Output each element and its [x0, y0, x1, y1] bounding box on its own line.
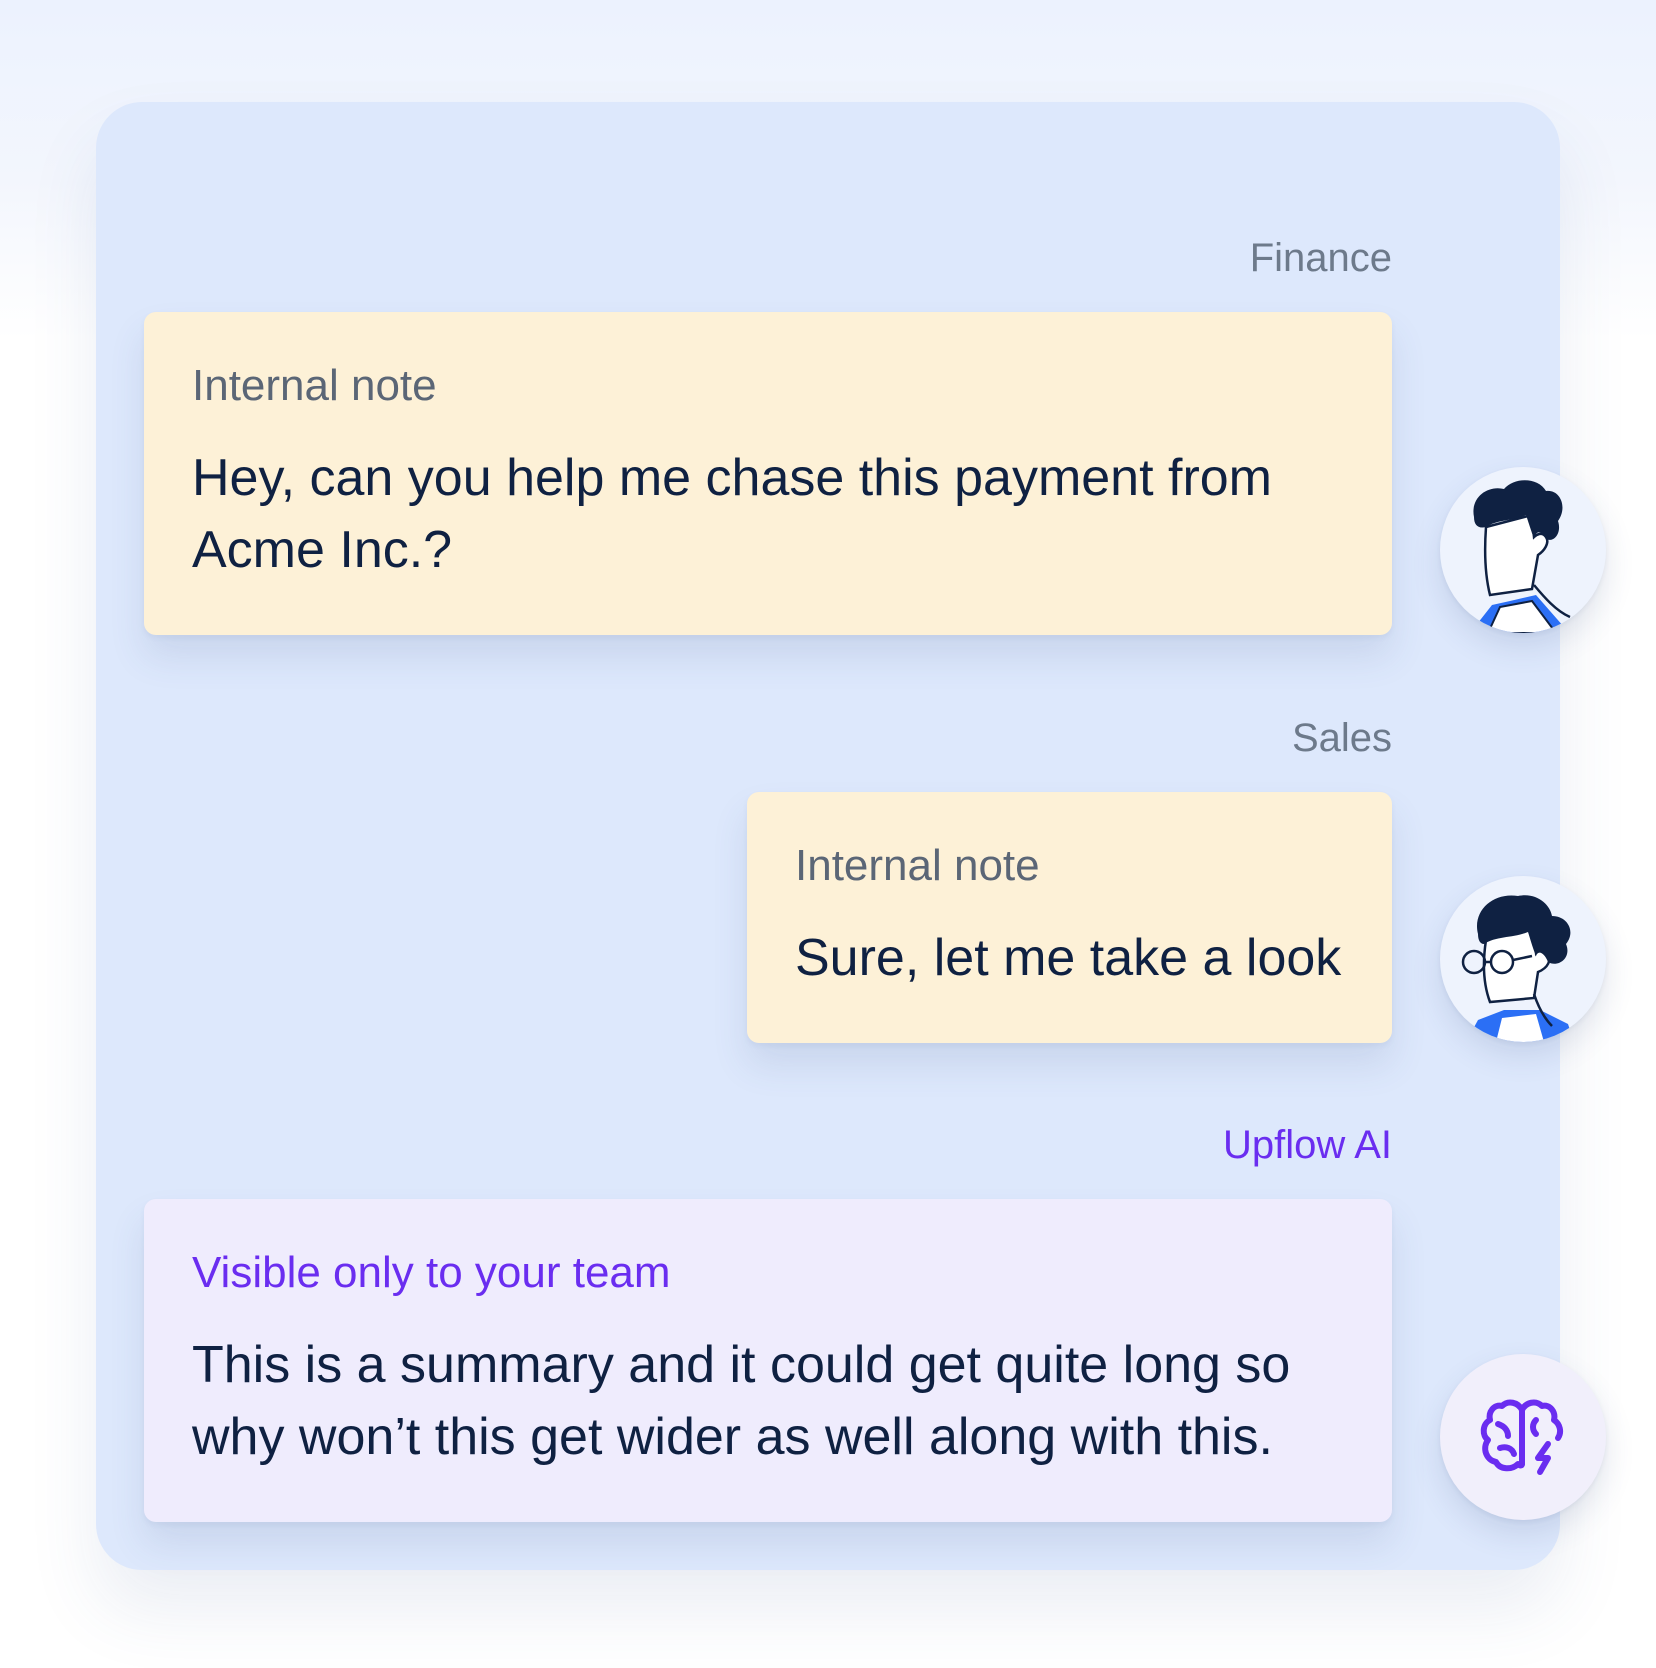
- person-with-glasses-avatar-icon: [1440, 876, 1606, 1042]
- message-text: Sure, let me take a look: [795, 929, 1342, 987]
- person-avatar-icon: [1440, 467, 1606, 633]
- sender-name-sales: Sales: [1291, 716, 1392, 760]
- message-bubble-sales: Internal note Sure, let me take a look: [747, 792, 1392, 1043]
- message-text: Hey, can you help me chase this payment …: [192, 449, 1272, 579]
- ai-brain-icon: [1440, 1354, 1606, 1520]
- message-bubble-ai: Visible only to your team This is a summ…: [144, 1199, 1392, 1522]
- sender-name-finance: Finance: [1249, 236, 1392, 280]
- person-avatar-illustration: [1470, 480, 1571, 633]
- message-text: This is a summary and it could get quite…: [192, 1336, 1291, 1466]
- internal-note-label: Internal note: [795, 841, 1040, 890]
- visible-only-to-team-label: Visible only to your team: [192, 1248, 671, 1297]
- internal-note-label: Internal note: [192, 361, 437, 410]
- person-with-glasses-avatar-illustration: [1461, 895, 1574, 1042]
- ai-brain-illustration: [1480, 1399, 1564, 1475]
- message-bubble-finance: Internal note Hey, can you help me chase…: [144, 312, 1392, 635]
- sender-name-upflow-ai: Upflow AI: [1223, 1123, 1392, 1167]
